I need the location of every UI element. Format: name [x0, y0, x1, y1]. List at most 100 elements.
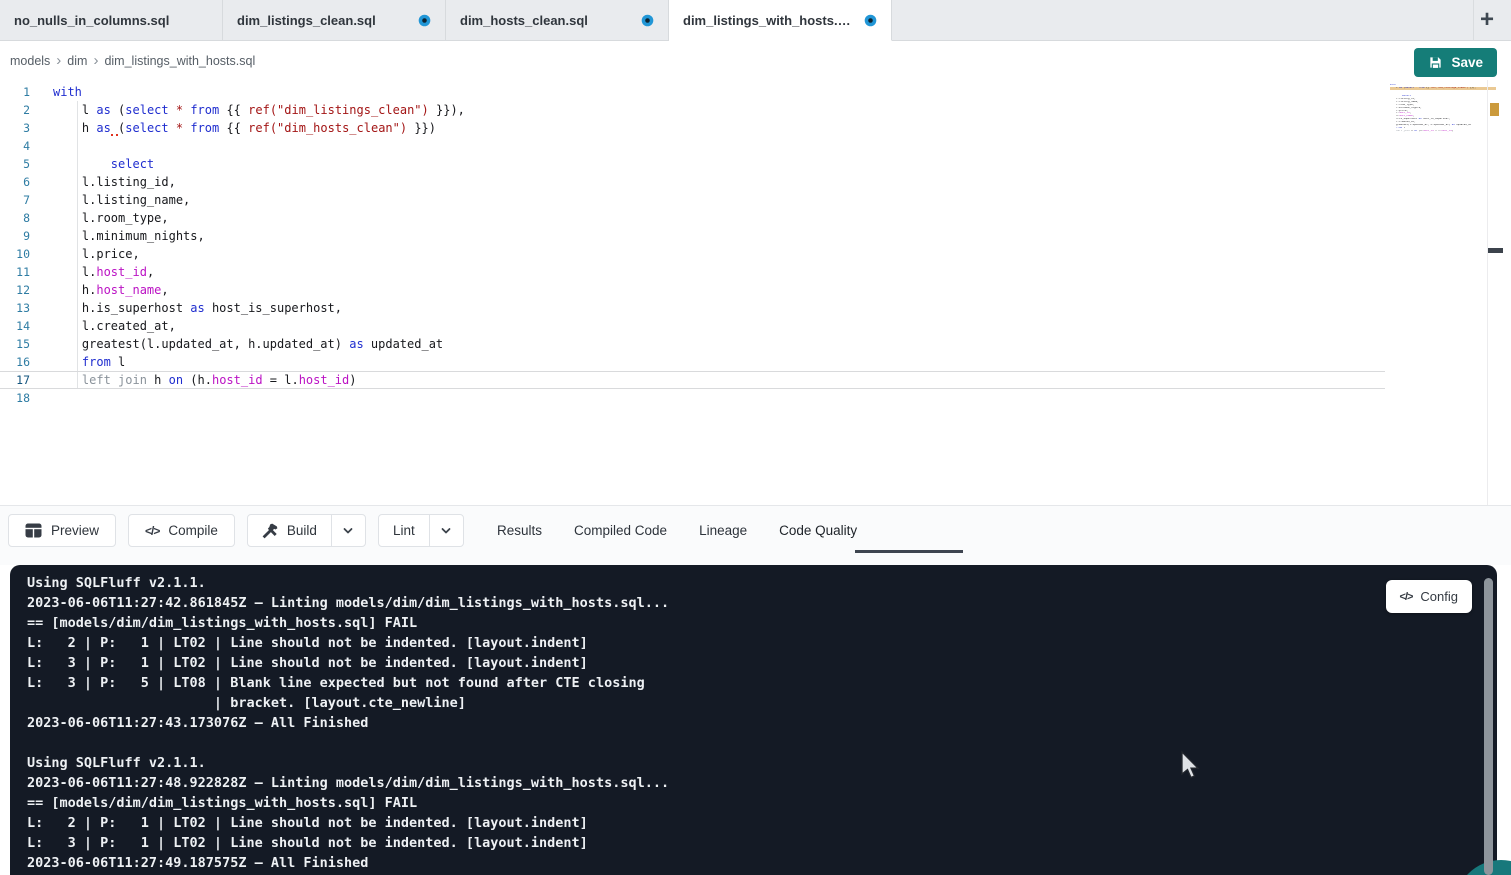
lint-button[interactable]: Lint	[379, 515, 429, 546]
tab-bar-filler	[892, 0, 1511, 41]
tab-label: no_nulls_in_columns.sql	[14, 13, 208, 28]
terminal-line: L: 2 | P: 1 | LT02 | Line should not be …	[27, 633, 669, 653]
lint-dropdown-button[interactable]	[429, 515, 463, 546]
modified-dot-icon	[641, 14, 654, 27]
code-line-text: select	[45, 155, 154, 173]
build-split-button: Build	[247, 514, 366, 547]
terminal-scrollbar[interactable]	[1484, 578, 1493, 875]
save-icon	[1428, 55, 1443, 70]
breadcrumb-item[interactable]: models	[10, 54, 50, 68]
panel-tab-results[interactable]: Results	[481, 523, 558, 538]
lint-split-button: Lint	[378, 514, 464, 547]
code-line: 18	[0, 389, 1385, 407]
code-line: 11 l.host_id,	[0, 263, 1385, 281]
code-line: 16 from l	[0, 353, 1385, 371]
save-label: Save	[1451, 55, 1483, 70]
breadcrumb-item[interactable]: dim	[67, 54, 87, 68]
plus-icon: +	[1480, 6, 1494, 34]
ruler-cursor-marker	[1488, 248, 1503, 253]
build-label: Build	[287, 523, 317, 538]
modified-dot-icon	[418, 14, 431, 27]
gutter-line-number: 15	[0, 335, 45, 353]
code-line-text: greatest(l.updated_at, h.updated_at) as …	[45, 335, 443, 353]
code-line-text: l.room_type,	[45, 209, 169, 227]
code-line-text: l.listing_id,	[45, 173, 176, 191]
code-line: 5 select	[0, 155, 1385, 173]
code-line-text: l.host_id,	[45, 263, 154, 281]
terminal-line: 2023-06-06T11:27:43.173076Z — All Finish…	[27, 713, 669, 733]
breadcrumb: models›dim›dim_listings_with_hosts.sql	[0, 54, 255, 68]
gutter-line-number: 13	[0, 299, 45, 317]
panel-tab-code-quality[interactable]: Code Quality	[763, 523, 873, 538]
build-button[interactable]: Build	[248, 515, 331, 546]
terminal-line: L: 3 | P: 5 | LT08 | Blank line expected…	[27, 673, 669, 693]
compile-button[interactable]: </> Compile	[128, 514, 235, 547]
gutter-line-number: 6	[0, 173, 45, 191]
code-line: 3 h as (select * from {{ ref("dim_hosts_…	[0, 119, 1385, 137]
table-icon	[25, 523, 42, 538]
terminal-line	[27, 733, 669, 753]
minimap[interactable]: with l as (select * from {{ ref("dim_lis…	[1390, 84, 1496, 135]
modified-dot-icon	[864, 14, 877, 27]
code-line: 13 h.is_superhost as host_is_superhost,	[0, 299, 1385, 317]
panel-tab-compiled-code[interactable]: Compiled Code	[558, 523, 683, 538]
editor-tab[interactable]: dim_hosts_clean.sql	[446, 0, 669, 41]
help-button[interactable]	[1455, 860, 1511, 875]
config-button[interactable]: </> Config	[1386, 580, 1472, 613]
ide-window: no_nulls_in_columns.sql dim_listings_clea…	[0, 0, 1511, 875]
save-button[interactable]: Save	[1414, 48, 1497, 77]
code-line-text: left join h on (h.host_id = l.host_id)	[45, 371, 357, 389]
new-tab-button[interactable]: +	[1471, 4, 1503, 36]
editor-tab[interactable]: dim_listings_with_hosts.sql	[669, 0, 892, 41]
action-buttons: Preview </> Compile Build	[8, 514, 464, 547]
breadcrumb-item[interactable]: dim_listings_with_hosts.sql	[104, 54, 255, 68]
breadcrumb-separator: ›	[93, 55, 98, 67]
code-line-text: l as (select * from {{ ref("dim_listings…	[45, 101, 465, 119]
tab-strip: no_nulls_in_columns.sql dim_listings_clea…	[0, 0, 892, 41]
ruler-warning-marker	[1490, 103, 1499, 116]
code-line-text: h.host_name,	[45, 281, 169, 299]
minimap-line	[1390, 132, 1496, 135]
tab-label: dim_hosts_clean.sql	[460, 13, 633, 28]
panel-tabs: ResultsCompiled CodeLineageCode Quality	[481, 506, 873, 554]
panel-tab-lineage[interactable]: Lineage	[683, 523, 763, 538]
code-editor[interactable]: 1with2 l as (select * from {{ ref("dim_l…	[0, 80, 1511, 505]
code-line: 10 l.price,	[0, 245, 1385, 263]
editor-tab[interactable]: no_nulls_in_columns.sql	[0, 0, 223, 41]
active-tab-underline	[855, 550, 963, 553]
terminal-line: 2023-06-06T11:27:42.861845Z — Linting mo…	[27, 593, 669, 613]
code-line: 15 greatest(l.updated_at, h.updated_at) …	[0, 335, 1385, 353]
code-line: 1with	[0, 83, 1385, 101]
gutter-line-number: 5	[0, 155, 45, 173]
code-line: 8 l.room_type,	[0, 209, 1385, 227]
terminal-line: 2023-06-06T11:27:49.187575Z — All Finish…	[27, 853, 669, 873]
code-line-text: h as (select * from {{ ref("dim_hosts_cl…	[45, 119, 436, 137]
code-icon: </>	[145, 524, 159, 538]
terminal-line: L: 3 | P: 1 | LT02 | Line should not be …	[27, 833, 669, 853]
gutter-line-number: 2	[0, 101, 45, 119]
code-icon: </>	[1400, 591, 1413, 603]
preview-button[interactable]: Preview	[8, 514, 116, 547]
gutter-line-number: 9	[0, 227, 45, 245]
code-line: 4	[0, 137, 1385, 155]
terminal-panel[interactable]: Using SQLFluff v2.1.1.2023-06-06T11:27:4…	[10, 565, 1497, 875]
chevron-down-icon	[439, 524, 453, 538]
code-line: 17 left join h on (h.host_id = l.host_id…	[0, 371, 1385, 389]
editor-tab[interactable]: dim_listings_clean.sql	[223, 0, 446, 41]
gutter-line-number: 4	[0, 137, 45, 155]
code-line-text: from l	[45, 353, 125, 371]
gutter-line-number: 7	[0, 191, 45, 209]
code-line-text: with	[45, 83, 82, 101]
config-label: Config	[1420, 589, 1458, 604]
terminal-line: == [models/dim/dim_listings_with_hosts.s…	[27, 613, 669, 633]
code-line-text: l.price,	[45, 245, 140, 263]
terminal-line: 2023-06-06T11:27:48.922828Z — Linting mo…	[27, 773, 669, 793]
gutter-line-number: 17	[0, 371, 45, 389]
gutter-line-number: 16	[0, 353, 45, 371]
hammer-icon	[262, 523, 278, 539]
build-dropdown-button[interactable]	[331, 515, 365, 546]
code-line: 2 l as (select * from {{ ref("dim_listin…	[0, 101, 1385, 119]
gutter-line-number: 1	[0, 83, 45, 101]
code-line-text: l.minimum_nights,	[45, 227, 205, 245]
gutter-line-number: 14	[0, 317, 45, 335]
